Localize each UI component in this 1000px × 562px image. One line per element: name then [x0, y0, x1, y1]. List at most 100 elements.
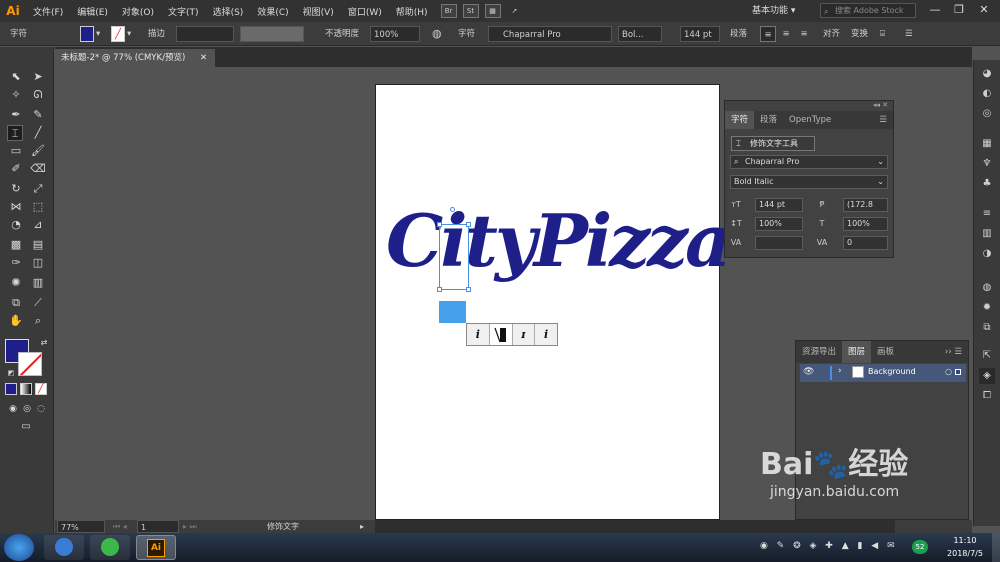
touch-type-tool-button[interactable]: ⌶ 修饰文字工具 — [731, 136, 815, 151]
brushes-icon[interactable]: ♆ — [979, 156, 995, 172]
menu-type[interactable]: 文字(T) — [161, 5, 206, 18]
character-selection-box[interactable] — [437, 207, 471, 292]
taskbar-app-360[interactable] — [90, 535, 130, 560]
symbol-sprayer-icon[interactable]: ✺ — [8, 275, 24, 291]
color-panel-icon[interactable]: ◕ — [979, 66, 995, 82]
libraries-icon[interactable]: ◎ — [979, 106, 995, 122]
shape-builder-icon[interactable]: ◔ — [8, 217, 24, 233]
stock-search-input[interactable]: ⌕ 搜索 Adobe Stock — [820, 3, 916, 18]
align-link[interactable]: 对齐 — [823, 26, 840, 42]
taskbar-clock[interactable]: 11:10 2018/7/5 — [935, 534, 995, 560]
swap-colors-icon[interactable]: ⇄ — [36, 335, 52, 351]
tray-badge[interactable]: 52 — [912, 540, 928, 554]
font-size-field[interactable]: 144 pt — [680, 26, 720, 42]
selection-tool-icon[interactable]: ⬉ — [8, 69, 24, 85]
color-mode-icon[interactable] — [5, 383, 17, 395]
control-menu-icon[interactable]: ☰ — [905, 26, 913, 42]
appearance-icon[interactable]: ◍ — [979, 280, 995, 296]
menu-object[interactable]: 对象(O) — [115, 5, 161, 18]
leading-field[interactable]: (172.8 — [843, 198, 888, 212]
opacity-field[interactable]: 100% — [370, 26, 420, 42]
panel-font-size-field[interactable]: 144 pt — [755, 198, 803, 212]
taskbar-app-browser[interactable] — [44, 535, 84, 560]
first-artboard-icon[interactable]: ⏮ ◂ — [113, 520, 127, 533]
layer-name[interactable]: Background — [868, 367, 916, 376]
symbols-icon[interactable]: ♣ — [979, 176, 995, 192]
screen-mode-icon[interactable]: ▭ — [18, 419, 34, 435]
paintbrush-icon[interactable]: 🖌 — [30, 143, 46, 159]
vertical-scale-field[interactable]: 100% — [755, 217, 803, 231]
align-left-icon[interactable]: ≡ — [760, 26, 776, 42]
menu-select[interactable]: 选择(S) — [206, 5, 251, 18]
visibility-eye-icon[interactable]: 👁 — [803, 367, 814, 377]
start-button[interactable] — [4, 534, 34, 561]
hand-tool-icon[interactable]: ✋ — [8, 313, 24, 329]
layers-icon[interactable]: ◈ — [979, 368, 995, 384]
zoom-tool-icon[interactable]: ⌕ — [30, 313, 46, 329]
selection-handle[interactable] — [437, 222, 442, 227]
bridge-button[interactable]: Br — [440, 4, 457, 18]
fill-color-swatch[interactable] — [80, 26, 94, 42]
glyph-alternate[interactable]: i — [535, 324, 557, 345]
column-graph-icon[interactable]: ▥ — [30, 275, 46, 291]
target-circle-icon[interactable]: ○ — [945, 367, 952, 376]
minimize-button[interactable]: — — [924, 2, 946, 18]
zoom-field[interactable]: 77% — [57, 520, 105, 533]
selection-handle[interactable] — [466, 222, 471, 227]
align-center-icon[interactable]: ≡ — [778, 26, 794, 42]
glyph-alternate[interactable] — [489, 324, 513, 345]
tab-layers[interactable]: 图层 — [842, 341, 872, 363]
menu-effect[interactable]: 效果(C) — [250, 5, 295, 18]
stroke-dropdown-icon[interactable]: ▾ — [127, 26, 131, 42]
selection-handle[interactable] — [437, 287, 442, 292]
gradient-panel-icon[interactable]: ▥ — [979, 226, 995, 242]
transform-link[interactable]: 变换 — [851, 26, 868, 42]
artboards-icon[interactable]: ⧠ — [979, 388, 995, 404]
export-icon[interactable]: ⇱ — [979, 348, 995, 364]
blue-rectangle[interactable] — [439, 301, 466, 323]
menu-file[interactable]: 文件(F) — [26, 5, 70, 18]
tab-opentype[interactable]: OpenType — [783, 111, 837, 129]
artboard[interactable] — [375, 84, 720, 520]
horizontal-scrollbar[interactable] — [375, 520, 895, 533]
restore-button[interactable]: ❐ — [948, 2, 970, 18]
tab-character[interactable]: 字符 — [725, 111, 755, 129]
shaper-tool-icon[interactable]: ✐ — [8, 161, 24, 177]
taskbar-app-illustrator[interactable]: Ai — [136, 535, 176, 560]
line-tool-icon[interactable]: ╱ — [30, 125, 46, 141]
tab-paragraph[interactable]: 段落 — [754, 111, 783, 129]
eraser-icon[interactable]: ⌫ — [30, 161, 46, 177]
blend-tool-icon[interactable]: ◫ — [30, 255, 46, 271]
none-mode-icon[interactable]: ╱ — [35, 383, 47, 395]
transparency-icon[interactable]: ◑ — [979, 246, 995, 262]
isolate-icon[interactable]: ⌸ — [880, 26, 885, 42]
stroke-panel-icon[interactable]: ≡ — [979, 206, 995, 222]
menu-window[interactable]: 窗口(W) — [341, 5, 389, 18]
transform-icon[interactable]: ⧉ — [979, 320, 995, 336]
panel-menu-icon[interactable]: ☰ — [873, 111, 893, 129]
stroke-none-swatch[interactable]: ╱ — [111, 26, 125, 42]
eyedropper-icon[interactable]: ✑ — [8, 255, 24, 271]
selection-indicator[interactable] — [955, 369, 961, 375]
tracking-field[interactable]: 0 — [843, 236, 888, 250]
tab-asset-export[interactable]: 资源导出 — [796, 341, 842, 363]
tab-artboards[interactable]: 画板 — [871, 341, 900, 363]
free-transform-icon[interactable]: ⬚ — [30, 199, 46, 215]
expand-arrow-icon[interactable]: › — [838, 366, 842, 376]
font-style-field[interactable]: Bol... — [618, 26, 662, 42]
width-tool-icon[interactable]: ⋈ — [8, 199, 24, 215]
align-right-icon[interactable]: ≡ — [796, 26, 812, 42]
collapse-panel-icon[interactable]: ◂◂ ✕ — [873, 101, 888, 109]
menu-help[interactable]: 帮助(H) — [389, 5, 435, 18]
gradient-tool-icon[interactable]: ▤ — [30, 237, 46, 253]
next-artboard-icon[interactable]: ▸ ⏭ — [183, 520, 197, 533]
glyph-alternate[interactable]: i — [467, 324, 490, 345]
layer-row[interactable]: 👁 › Background ○ — [800, 364, 966, 382]
direct-selection-tool-icon[interactable]: ➤ — [30, 69, 46, 85]
tab-document[interactable]: 未标题-2* @ 77% (CMYK/预览) ✕ — [55, 49, 215, 67]
close-tab-icon[interactable]: ✕ — [200, 49, 207, 67]
status-menu-arrow-icon[interactable]: ▸ — [360, 520, 364, 533]
perspective-grid-icon[interactable]: ⊿ — [30, 217, 46, 233]
slice-tool-icon[interactable]: ⟋ — [30, 295, 46, 311]
graphic-styles-icon[interactable]: ✹ — [979, 300, 995, 316]
